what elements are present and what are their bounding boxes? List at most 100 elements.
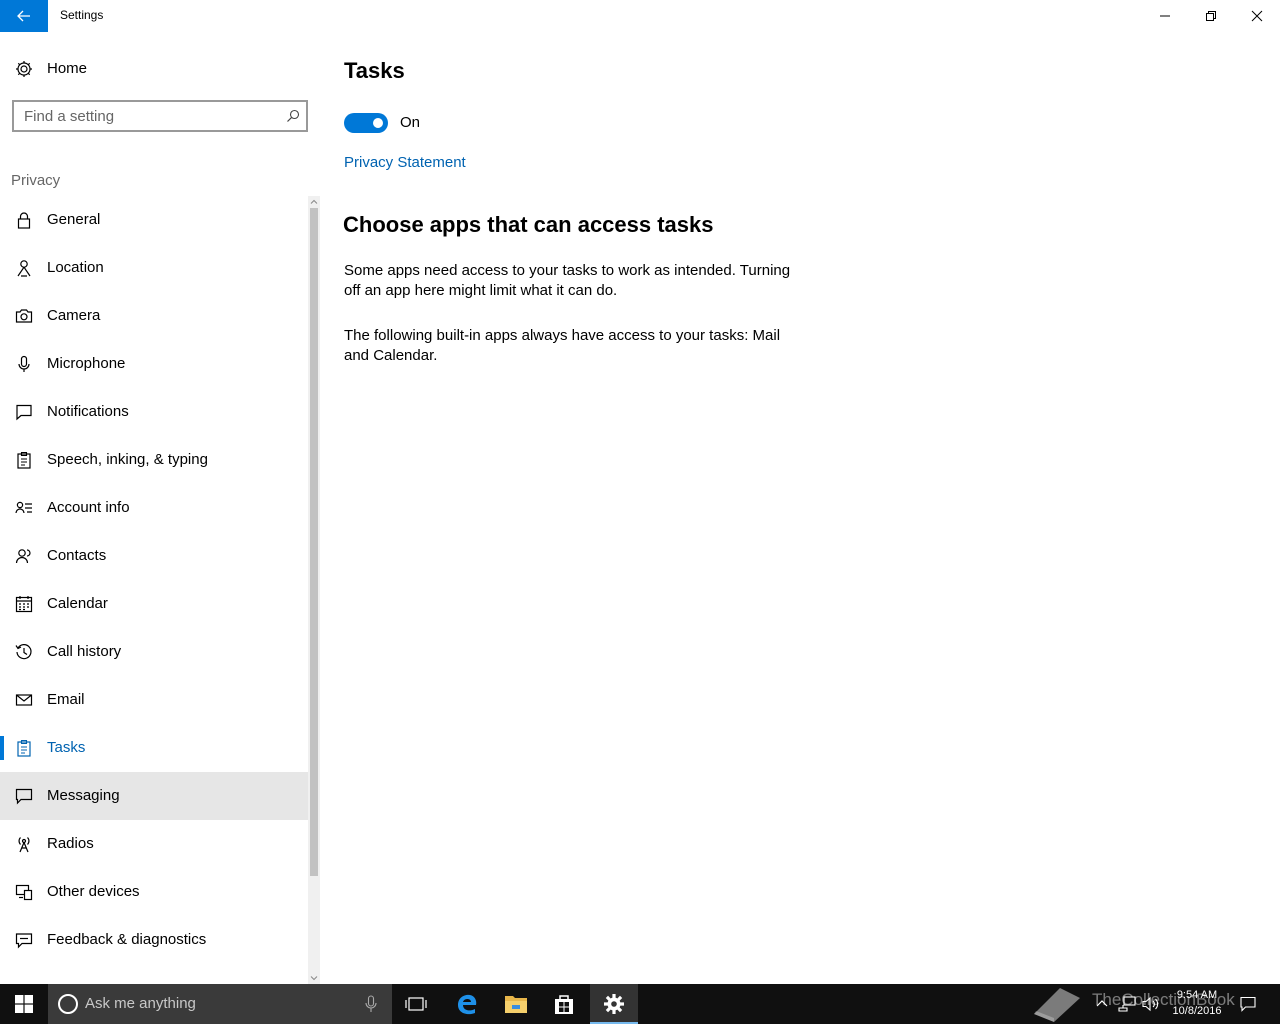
cortana-icon (58, 994, 78, 1014)
page-title: Tasks (344, 58, 405, 83)
sidebar-item-contacts[interactable]: Contacts (0, 532, 308, 580)
sidebar-item-account-info[interactable]: Account info (0, 484, 308, 532)
sidebar-item-label: Feedback & diagnostics (47, 931, 207, 948)
restore-icon (1206, 11, 1216, 21)
edge-icon (458, 994, 477, 1015)
title-bar: Settings (0, 0, 1280, 32)
settings-taskbar-button[interactable] (590, 984, 638, 1024)
taskbar: Ask me anything TheCollectionBook 9:54 A… (0, 984, 1280, 1024)
lock-icon (17, 212, 31, 229)
camera-icon (15, 309, 33, 323)
main-content: Tasks On Privacy Statement Choose apps t… (320, 32, 1280, 984)
action-center-button[interactable] (1236, 984, 1260, 1024)
sidebar-item-label: Account info (47, 499, 130, 516)
sidebar-item-speech[interactable]: Speech, inking, & typing (0, 436, 308, 484)
back-button[interactable] (0, 0, 48, 32)
sidebar-scrollbar[interactable] (308, 196, 320, 984)
messaging-icon (15, 788, 33, 805)
volume-button[interactable] (1140, 984, 1162, 1024)
sidebar-item-other-devices[interactable]: Other devices (0, 868, 308, 916)
sidebar-item-label: Notifications (47, 403, 129, 420)
edge-button[interactable] (443, 984, 491, 1024)
notifications-icon (1240, 996, 1256, 1012)
privacy-statement-link[interactable]: Privacy Statement (344, 154, 466, 171)
sidebar-item-feedback[interactable]: Feedback & diagnostics (0, 916, 308, 964)
notifications-icon (16, 404, 32, 421)
sidebar-item-camera[interactable]: Camera (0, 292, 308, 340)
sidebar-item-label: Calendar (47, 595, 108, 612)
feedback-icon (15, 933, 33, 949)
sidebar-item-location[interactable]: Location (0, 244, 308, 292)
sidebar-item-label: Camera (47, 307, 101, 324)
privacy-nav-list: General Location Camera Microphone Notif… (0, 196, 308, 964)
toggle-state-label: On (400, 114, 421, 131)
sidebar-home[interactable]: Home (0, 52, 308, 86)
chevron-up-icon (1096, 1000, 1108, 1007)
search-icon (287, 109, 300, 122)
scroll-thumb[interactable] (310, 208, 318, 876)
contacts-icon (15, 549, 31, 564)
minimize-button[interactable] (1142, 0, 1188, 32)
sidebar-item-general[interactable]: General (0, 196, 308, 244)
task-view-button[interactable] (392, 984, 440, 1024)
sidebar-item-messaging[interactable]: Messaging (0, 772, 308, 820)
minimize-icon (1160, 15, 1170, 17)
cortana-search-box[interactable]: Ask me anything (48, 984, 392, 1024)
sidebar-item-call-history[interactable]: Call history (0, 628, 308, 676)
clipboard-icon (17, 451, 31, 469)
window-title: Settings (60, 8, 104, 22)
sidebar-item-label: Tasks (47, 739, 86, 756)
sidebar-item-label: Contacts (47, 547, 107, 564)
search-box[interactable] (12, 100, 308, 132)
home-label: Home (47, 60, 88, 77)
sidebar-item-email[interactable]: Email (0, 676, 308, 724)
store-icon (555, 995, 573, 1014)
description-paragraph: Some apps need access to your tasks to w… (344, 262, 791, 299)
sidebar-item-microphone[interactable]: Microphone (0, 340, 308, 388)
close-button[interactable] (1234, 0, 1280, 32)
search-input[interactable] (14, 102, 274, 130)
sidebar-item-radios[interactable]: Radios (0, 820, 308, 868)
calendar-icon (15, 596, 33, 613)
start-button[interactable] (0, 984, 48, 1024)
email-icon (15, 694, 33, 706)
sidebar: Home Privacy General (0, 32, 320, 984)
store-button[interactable] (540, 984, 588, 1024)
sidebar-item-calendar[interactable]: Calendar (0, 580, 308, 628)
sidebar-item-label: General (47, 211, 101, 228)
scroll-up-arrow-icon[interactable] (310, 197, 318, 207)
back-arrow-icon (17, 10, 30, 22)
gear-icon (16, 61, 32, 77)
close-icon (1251, 10, 1263, 22)
microphone-icon[interactable] (364, 995, 378, 1013)
network-button[interactable] (1116, 984, 1138, 1024)
tasks-access-toggle[interactable] (344, 113, 388, 133)
show-hidden-icons-button[interactable] (1094, 984, 1110, 1024)
tasks-icon (17, 739, 31, 757)
sidebar-item-label: Call history (47, 643, 122, 660)
sidebar-item-tasks[interactable]: Tasks (0, 724, 308, 772)
sidebar-item-notifications[interactable]: Notifications (0, 388, 308, 436)
sidebar-item-label: Location (47, 259, 104, 276)
windows-logo-icon (15, 995, 33, 1013)
book-icon (1034, 988, 1080, 1022)
section-label: Privacy (11, 172, 61, 189)
builtin-apps-paragraph: The following built-in apps always have … (344, 327, 781, 364)
settings-window: Settings Home Find a setting Privacy Gen… (0, 0, 1280, 1024)
sidebar-item-label: Microphone (47, 355, 126, 372)
call-history-icon (15, 644, 32, 660)
clock-date: 10/8/2016 (1172, 1005, 1222, 1017)
account-info-icon (15, 501, 32, 514)
cortana-placeholder: Ask me anything (85, 995, 196, 1012)
restore-button[interactable] (1188, 0, 1234, 32)
clock-time: 9:54 AM (1176, 989, 1218, 1001)
scroll-down-arrow-icon[interactable] (310, 973, 318, 983)
microphone-icon (18, 355, 30, 372)
sidebar-item-label: Speech, inking, & typing (47, 451, 208, 468)
sidebar-item-label: Other devices (47, 883, 140, 900)
sidebar-item-label: Radios (47, 835, 94, 852)
file-explorer-button[interactable] (492, 984, 540, 1024)
toggle-knob (373, 118, 383, 128)
clock[interactable]: 9:54 AM 10/8/2016 (1164, 987, 1230, 1019)
location-icon (17, 260, 31, 277)
